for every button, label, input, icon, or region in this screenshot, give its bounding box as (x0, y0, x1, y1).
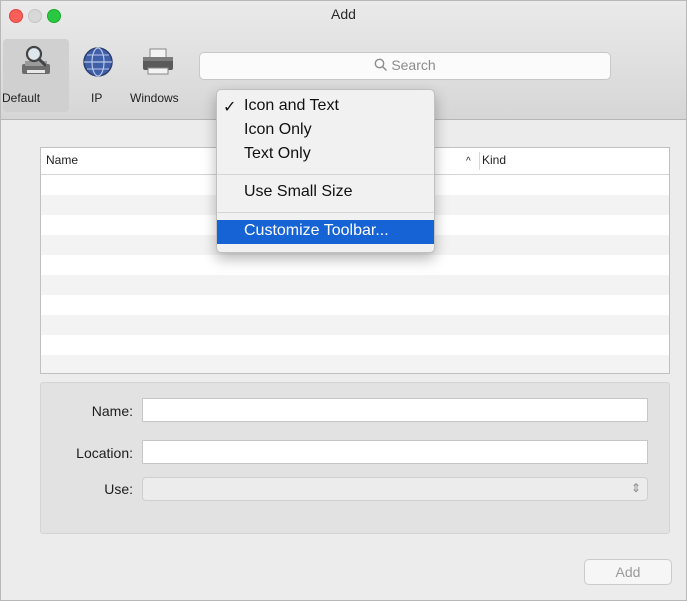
toolbar-ip-button[interactable]: IP (77, 39, 121, 112)
search-placeholder-wrap: Search (200, 57, 610, 73)
toolbar-windows-button[interactable]: Windows (125, 39, 191, 112)
column-divider[interactable] (479, 152, 480, 170)
search-icon (374, 58, 388, 71)
menu-item-label: Use Small Size (244, 183, 353, 200)
window-title: Add (331, 6, 356, 22)
menu-item-label: Customize Toolbar... (244, 222, 389, 239)
menu-separator (217, 174, 434, 175)
name-label: Name: (91, 403, 133, 419)
updown-chevron-icon: ⇕ (630, 481, 641, 495)
toolbar-context-menu: ✓ Icon and Text Icon Only Text Only Use … (216, 89, 435, 253)
table-row (41, 275, 669, 295)
column-header-name[interactable]: Name (46, 153, 78, 167)
toolbar-windows-label: Windows (130, 91, 179, 105)
table-row (41, 335, 669, 355)
menu-item-use-small-size[interactable]: Use Small Size (217, 183, 434, 205)
column-header-kind[interactable]: Kind (482, 153, 506, 167)
use-driver-select[interactable]: ⇕ (142, 477, 648, 501)
menu-item-text-only[interactable]: Text Only (217, 145, 434, 167)
sort-ascending-icon: ^ (466, 156, 471, 167)
location-label: Location: (76, 445, 133, 461)
search-placeholder: Search (391, 57, 436, 73)
globe-icon (83, 47, 113, 77)
toolbar-default-button[interactable]: Default (2, 39, 69, 112)
toolbar-ip-label: IP (91, 91, 103, 105)
magnifier-printer-icon (22, 45, 50, 74)
use-label: Use: (104, 481, 133, 497)
printer-icon (143, 48, 173, 75)
search-field[interactable]: Search (199, 52, 611, 80)
table-row (41, 315, 669, 335)
menu-item-icon-and-text[interactable]: ✓ Icon and Text (217, 97, 434, 119)
menu-separator (217, 212, 434, 213)
add-button[interactable]: Add (584, 559, 672, 585)
table-row (41, 295, 669, 315)
menu-item-label: Text Only (244, 145, 311, 162)
location-field[interactable] (142, 440, 648, 464)
menu-item-label: Icon Only (244, 121, 312, 138)
table-row (41, 255, 669, 275)
table-row (41, 355, 669, 373)
checkmark-icon: ✓ (223, 99, 237, 116)
menu-item-customize-toolbar[interactable]: Customize Toolbar... (217, 220, 434, 244)
menu-item-icon-only[interactable]: Icon Only (217, 121, 434, 143)
name-field[interactable] (142, 398, 648, 422)
printer-details-form: Name: Location: Use: ⇕ (40, 382, 670, 534)
toolbar-default-label: Default (2, 91, 41, 105)
menu-item-label: Icon and Text (244, 97, 339, 114)
